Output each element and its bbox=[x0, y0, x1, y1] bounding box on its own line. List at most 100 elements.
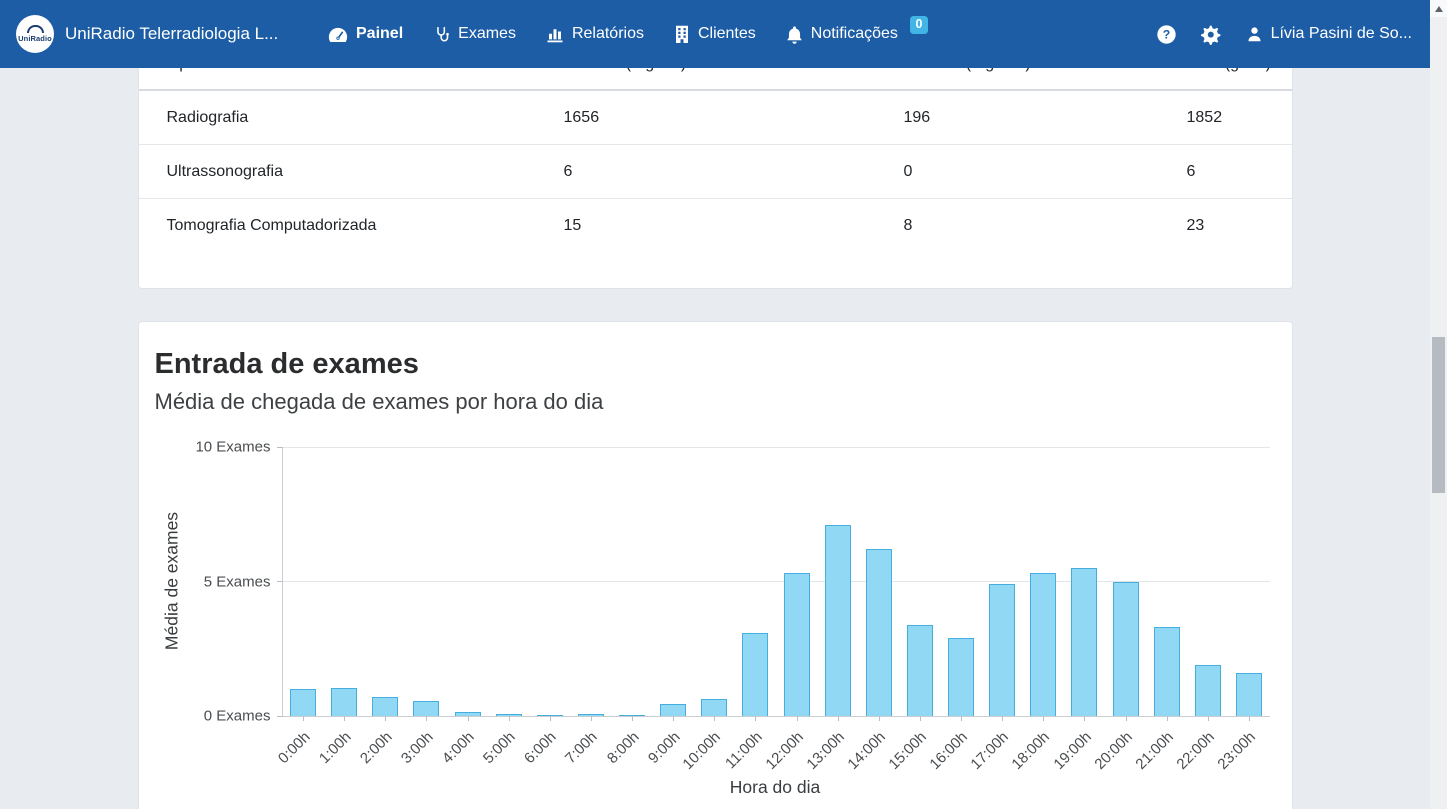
x-tick bbox=[385, 716, 386, 721]
value-cell: 8 bbox=[904, 217, 1187, 235]
table-header-cell: Exames (regular) bbox=[564, 68, 904, 73]
nav-label: Relatórios bbox=[572, 25, 644, 43]
x-tick bbox=[591, 716, 592, 721]
bar-19:00h[interactable] bbox=[1071, 568, 1097, 716]
page-content: Tipo de exame Exames (regular) Exames (u… bbox=[0, 68, 1430, 809]
bar-22:00h[interactable] bbox=[1195, 665, 1221, 716]
vertical-scrollbar[interactable] bbox=[1430, 0, 1447, 809]
nav-label: Exames bbox=[458, 25, 516, 43]
bar-10:00h[interactable] bbox=[701, 699, 727, 716]
building-icon bbox=[674, 25, 690, 43]
row-label-cell: Tomografia Computadorizada bbox=[167, 217, 564, 235]
help-icon[interactable]: ? bbox=[1156, 24, 1177, 45]
bar-11:00h[interactable] bbox=[742, 633, 768, 716]
svg-text:?: ? bbox=[1162, 27, 1169, 41]
bar-9:00h[interactable] bbox=[660, 704, 686, 716]
x-tick bbox=[509, 716, 510, 721]
nav-label: Notificações bbox=[811, 25, 898, 43]
logo-arc bbox=[27, 25, 44, 33]
plot-area: 0 Exames5 Exames10 Exames0:00h1:00h2:00h… bbox=[282, 447, 1270, 717]
nav-item-clientes[interactable]: Clientes bbox=[674, 25, 756, 43]
value-cell: 6 bbox=[564, 163, 904, 181]
bell-icon bbox=[786, 25, 803, 44]
bar-3:00h[interactable] bbox=[413, 701, 439, 716]
y-tick bbox=[277, 716, 283, 717]
x-tick bbox=[550, 716, 551, 721]
card-subtitle: Média de chegada de exames por hora do d… bbox=[155, 389, 1292, 415]
bar-16:00h[interactable] bbox=[948, 638, 974, 716]
value-cell: 0 bbox=[904, 163, 1187, 181]
value-cell: 1656 bbox=[564, 109, 904, 127]
bar-20:00h[interactable] bbox=[1113, 582, 1139, 717]
x-tick bbox=[1167, 716, 1168, 721]
row-label-cell: Ultrassonografia bbox=[167, 163, 564, 181]
bar-23:00h[interactable] bbox=[1236, 673, 1262, 716]
main-nav: Painel Exames Relatórios bbox=[328, 25, 928, 44]
summary-table-card: Tipo de exame Exames (regular) Exames (u… bbox=[138, 68, 1293, 289]
card-title: Entrada de exames bbox=[155, 348, 1292, 381]
x-tick bbox=[468, 716, 469, 721]
nav-item-relatorios[interactable]: Relatórios bbox=[546, 25, 644, 43]
value-cell: 15 bbox=[564, 217, 904, 235]
bar-2:00h[interactable] bbox=[372, 697, 398, 716]
exam-entry-card: Entrada de exames Média de chegada de ex… bbox=[138, 321, 1293, 809]
bar-0:00h[interactable] bbox=[290, 689, 316, 716]
x-tick bbox=[673, 716, 674, 721]
x-axis-title: Hora do dia bbox=[282, 777, 1269, 798]
bar-12:00h[interactable] bbox=[784, 573, 810, 716]
value-cell: 1852 bbox=[1187, 109, 1292, 127]
gauge-icon bbox=[328, 26, 348, 43]
table-header-cell: Tipo de exame bbox=[167, 68, 564, 73]
bar-13:00h[interactable] bbox=[825, 525, 851, 716]
bar-18:00h[interactable] bbox=[1030, 573, 1056, 716]
nav-item-notificacoes[interactable]: Notificações 0 bbox=[786, 25, 928, 44]
gridline bbox=[283, 447, 1270, 448]
x-tick bbox=[1126, 716, 1127, 721]
uniradio-logo-icon: UniRadio bbox=[16, 15, 54, 53]
table-row: Radiografia 1656 196 1852 bbox=[139, 91, 1292, 145]
y-tick bbox=[277, 447, 283, 448]
x-tick bbox=[838, 716, 839, 721]
bar-21:00h[interactable] bbox=[1154, 627, 1180, 716]
user-menu[interactable]: Lívia Pasini de So... bbox=[1246, 25, 1412, 43]
notifications-badge: 0 bbox=[910, 16, 928, 35]
x-tick bbox=[920, 716, 921, 721]
table-row: Tomografia Computadorizada 15 8 23 bbox=[139, 199, 1292, 252]
nav-item-painel[interactable]: Painel bbox=[328, 25, 403, 43]
logo-text: UniRadio bbox=[18, 34, 52, 43]
arrow-up-icon bbox=[1435, 6, 1443, 12]
scrollbar-thumb[interactable] bbox=[1432, 337, 1445, 493]
table-header-cell: Total (geral) bbox=[1187, 68, 1292, 73]
x-tick bbox=[632, 716, 633, 721]
x-tick bbox=[755, 716, 756, 721]
navbar-right: ? Lívia Pasini de So... bbox=[1156, 24, 1412, 45]
value-cell: 6 bbox=[1187, 163, 1292, 181]
x-tick bbox=[303, 716, 304, 721]
x-tick bbox=[1002, 716, 1003, 721]
brand-title: UniRadio Telerradiologia L... bbox=[65, 24, 278, 44]
y-axis-title: Média de exames bbox=[161, 512, 182, 650]
x-tick bbox=[1208, 716, 1209, 721]
x-tick bbox=[1249, 716, 1250, 721]
stethoscope-icon bbox=[433, 25, 450, 43]
nav-label: Painel bbox=[356, 25, 403, 43]
gear-icon[interactable] bbox=[1201, 24, 1222, 45]
table-header-row-clipped: Tipo de exame Exames (regular) Exames (u… bbox=[139, 68, 1292, 91]
user-icon bbox=[1246, 26, 1263, 43]
bar-14:00h[interactable] bbox=[866, 549, 892, 716]
bar-1:00h[interactable] bbox=[331, 688, 357, 716]
bar-chart-icon bbox=[546, 26, 564, 43]
brand[interactable]: UniRadio UniRadio Telerradiologia L... bbox=[16, 15, 300, 53]
value-cell: 196 bbox=[904, 109, 1187, 127]
x-tick bbox=[714, 716, 715, 721]
bar-17:00h[interactable] bbox=[989, 584, 1015, 716]
x-tick bbox=[797, 716, 798, 721]
nav-item-exames[interactable]: Exames bbox=[433, 25, 516, 43]
x-tick bbox=[344, 716, 345, 721]
x-tick bbox=[426, 716, 427, 721]
bar-15:00h[interactable] bbox=[907, 625, 933, 716]
row-label-cell: Radiografia bbox=[167, 109, 564, 127]
table-row: Ultrassonografia 6 0 6 bbox=[139, 145, 1292, 199]
scroll-up-button[interactable] bbox=[1430, 0, 1447, 17]
x-tick bbox=[1084, 716, 1085, 721]
